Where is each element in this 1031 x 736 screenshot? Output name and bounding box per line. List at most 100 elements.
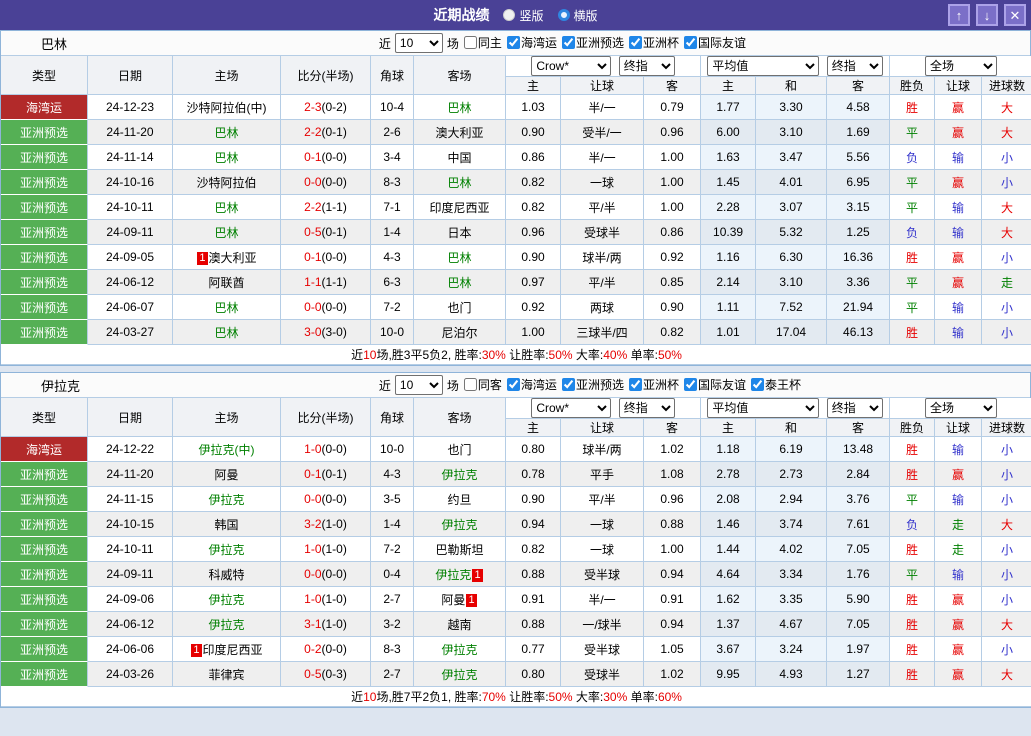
bookmaker-select[interactable]: Crow* [531, 56, 611, 76]
filter-checkbox[interactable] [629, 378, 642, 391]
match-row: 亚洲预选24-11-14巴林0-1(0-0)3-4中国0.86半/一1.001.… [1, 145, 1031, 170]
filter-label: 同客 [478, 376, 502, 393]
avg-home-cell: 1.44 [701, 537, 756, 562]
team-section-bahrain: 巴林 近 10 场 同主海湾运亚洲预选亚洲杯国际友谊 类型 日期 主场 比分(半… [0, 30, 1031, 366]
odds-home-cell: 0.82 [506, 195, 561, 220]
avg-draw-cell: 4.01 [756, 170, 827, 195]
score-cell: 0-0(0-0) [281, 170, 371, 195]
type-cell: 亚洲预选 [1, 320, 88, 345]
home-team-cell: 阿联酋 [173, 270, 281, 295]
filter-checkbox[interactable] [507, 36, 520, 49]
filter-option[interactable]: 同主 [459, 34, 502, 51]
close-button[interactable]: ✕ [1004, 4, 1026, 26]
away-team-cell: 巴林 [414, 95, 506, 120]
result-handicap-cell: 赢 [935, 662, 982, 687]
final-index-select-2[interactable]: 终指 [827, 398, 883, 418]
away-team-cell: 印度尼西亚 [414, 195, 506, 220]
radio-selected-icon[interactable] [558, 9, 570, 21]
result-handicap-cell: 输 [935, 487, 982, 512]
filter-checkbox[interactable] [464, 36, 477, 49]
average-select[interactable]: 平均值 [707, 398, 819, 418]
filter-option[interactable]: 亚洲杯 [624, 376, 679, 393]
filter-option[interactable]: 亚洲预选 [557, 376, 624, 393]
filter-checkbox[interactable] [684, 36, 697, 49]
col-header-avg-away: 客 [827, 77, 890, 95]
scope-select[interactable]: 全场 [925, 398, 997, 418]
filter-option[interactable]: 亚洲预选 [557, 34, 624, 51]
score-cell: 1-0(1-0) [281, 537, 371, 562]
final-index-select-2[interactable]: 终指 [827, 56, 883, 76]
avg-away-cell: 7.05 [827, 537, 890, 562]
away-team-cell: 也门 [414, 437, 506, 462]
avg-home-cell: 3.67 [701, 637, 756, 662]
score-cell: 3-2(1-0) [281, 512, 371, 537]
filter-option[interactable]: 国际友谊 [679, 34, 746, 51]
odds-away-cell: 0.92 [644, 245, 701, 270]
match-count-select[interactable]: 10 [395, 375, 443, 395]
move-up-button[interactable]: ↑ [948, 4, 970, 26]
final-index-select[interactable]: 终指 [619, 56, 675, 76]
average-select[interactable]: 平均值 [707, 56, 819, 76]
final-index-select[interactable]: 终指 [619, 398, 675, 418]
scope-select[interactable]: 全场 [925, 56, 997, 76]
filter-option[interactable]: 国际友谊 [679, 376, 746, 393]
filter-option[interactable]: 海湾运 [502, 34, 557, 51]
score-cell: 0-1(0-0) [281, 245, 371, 270]
col-header-home: 主场 [173, 56, 281, 95]
corners-cell: 0-4 [371, 562, 414, 587]
match-row: 亚洲预选24-09-051澳大利亚0-1(0-0)4-3巴林0.90球半/两0.… [1, 245, 1031, 270]
result-handicap-cell: 赢 [935, 270, 982, 295]
type-cell: 亚洲预选 [1, 220, 88, 245]
filter-option[interactable]: 海湾运 [502, 376, 557, 393]
filter-checkbox[interactable] [751, 378, 764, 391]
avg-draw-cell: 7.52 [756, 295, 827, 320]
result-winlose-cell: 平 [890, 487, 935, 512]
home-team-cell: 沙特阿拉伯(中) [173, 95, 281, 120]
bookmaker-select[interactable]: Crow* [531, 398, 611, 418]
date-cell: 24-11-15 [88, 487, 173, 512]
avg-home-cell: 2.78 [701, 462, 756, 487]
filter-option[interactable]: 泰王杯 [746, 376, 801, 393]
away-team-cell: 阿曼1 [414, 587, 506, 612]
layout-radio-horizontal[interactable]: 横版 [558, 7, 598, 24]
avg-draw-cell: 3.34 [756, 562, 827, 587]
col-header-winlose: 胜负 [890, 419, 935, 437]
away-team-cell: 日本 [414, 220, 506, 245]
avg-home-cell: 1.11 [701, 295, 756, 320]
match-row: 亚洲预选24-11-15伊拉克0-0(0-0)3-5约旦0.90平/半0.962… [1, 487, 1031, 512]
near-label: 近 [379, 377, 391, 394]
result-goals-cell: 大 [982, 95, 1031, 120]
result-goals-cell: 大 [982, 662, 1031, 687]
filter-checkbox[interactable] [507, 378, 520, 391]
filter-checkbox[interactable] [684, 378, 697, 391]
layout-radio-vertical[interactable]: 竖版 [503, 7, 543, 24]
filter-checkbox[interactable] [464, 378, 477, 391]
move-down-button[interactable]: ↓ [976, 4, 998, 26]
result-handicap-cell: 赢 [935, 245, 982, 270]
filter-option[interactable]: 亚洲杯 [624, 34, 679, 51]
team-section-iraq: 伊拉克 近 10 场 同客海湾运亚洲预选亚洲杯国际友谊泰王杯 类型 日期 主场 … [0, 372, 1031, 708]
match-count-select[interactable]: 10 [395, 33, 443, 53]
avg-home-cell: 6.00 [701, 120, 756, 145]
away-team-cell: 巴林 [414, 245, 506, 270]
radio-unselected-icon[interactable] [503, 9, 515, 21]
away-team-cell: 尼泊尔 [414, 320, 506, 345]
count-suffix-label: 场 [447, 35, 459, 52]
filter-option[interactable]: 同客 [459, 376, 502, 393]
result-winlose-cell: 平 [890, 170, 935, 195]
radio-vertical-label: 竖版 [519, 7, 543, 24]
avg-draw-cell: 3.47 [756, 145, 827, 170]
result-goals-cell: 小 [982, 437, 1031, 462]
away-team-cell: 巴林 [414, 270, 506, 295]
filter-checkbox[interactable] [562, 378, 575, 391]
filter-checkbox[interactable] [562, 36, 575, 49]
result-winlose-cell: 平 [890, 120, 935, 145]
date-cell: 24-11-20 [88, 120, 173, 145]
odds-away-cell: 0.79 [644, 95, 701, 120]
odds-home-cell: 0.97 [506, 270, 561, 295]
corners-cell: 2-6 [371, 120, 414, 145]
home-team-cell: 伊拉克(中) [173, 437, 281, 462]
odds-handicap-cell: 受球半 [561, 662, 644, 687]
filter-checkbox[interactable] [629, 36, 642, 49]
corners-cell: 8-3 [371, 170, 414, 195]
